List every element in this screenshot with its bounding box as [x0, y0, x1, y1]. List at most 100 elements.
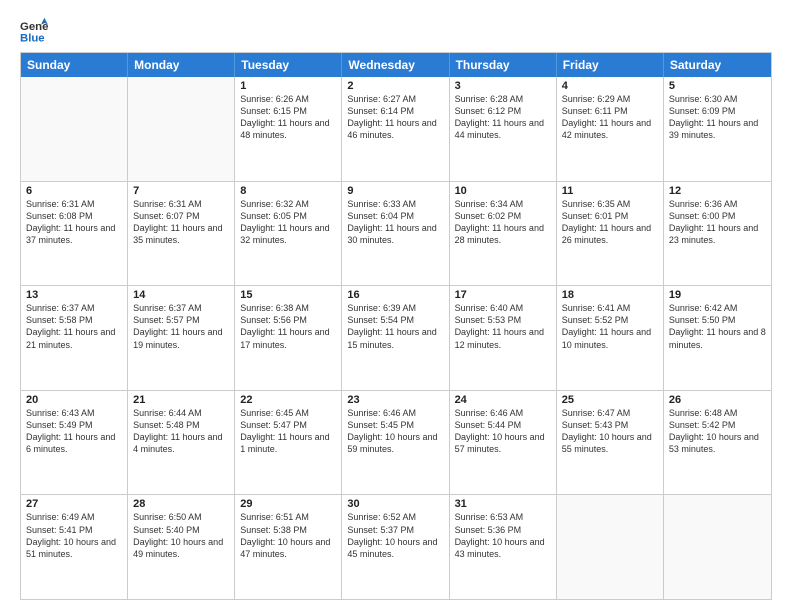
header-day-friday: Friday	[557, 53, 664, 77]
cell-text: Sunrise: 6:35 AM Sunset: 6:01 PM Dayligh…	[562, 198, 658, 247]
day-cell-11: 11Sunrise: 6:35 AM Sunset: 6:01 PM Dayli…	[557, 182, 664, 286]
logo: General Blue	[20, 16, 52, 44]
day-number: 6	[26, 185, 122, 197]
day-number: 22	[240, 394, 336, 406]
day-cell-20: 20Sunrise: 6:43 AM Sunset: 5:49 PM Dayli…	[21, 391, 128, 495]
calendar-row-2: 6Sunrise: 6:31 AM Sunset: 6:08 PM Daylig…	[21, 182, 771, 287]
day-cell-14: 14Sunrise: 6:37 AM Sunset: 5:57 PM Dayli…	[128, 286, 235, 390]
day-cell-5: 5Sunrise: 6:30 AM Sunset: 6:09 PM Daylig…	[664, 77, 771, 181]
day-cell-7: 7Sunrise: 6:31 AM Sunset: 6:07 PM Daylig…	[128, 182, 235, 286]
day-number: 26	[669, 394, 766, 406]
day-number: 25	[562, 394, 658, 406]
calendar-row-3: 13Sunrise: 6:37 AM Sunset: 5:58 PM Dayli…	[21, 286, 771, 391]
day-number: 3	[455, 80, 551, 92]
empty-cell	[557, 495, 664, 599]
day-number: 28	[133, 498, 229, 510]
day-cell-8: 8Sunrise: 6:32 AM Sunset: 6:05 PM Daylig…	[235, 182, 342, 286]
cell-text: Sunrise: 6:28 AM Sunset: 6:12 PM Dayligh…	[455, 93, 551, 142]
calendar-header: SundayMondayTuesdayWednesdayThursdayFrid…	[21, 53, 771, 77]
calendar-row-4: 20Sunrise: 6:43 AM Sunset: 5:49 PM Dayli…	[21, 391, 771, 496]
cell-text: Sunrise: 6:46 AM Sunset: 5:45 PM Dayligh…	[347, 407, 443, 456]
day-number: 2	[347, 80, 443, 92]
cell-text: Sunrise: 6:34 AM Sunset: 6:02 PM Dayligh…	[455, 198, 551, 247]
cell-text: Sunrise: 6:42 AM Sunset: 5:50 PM Dayligh…	[669, 302, 766, 351]
cell-text: Sunrise: 6:52 AM Sunset: 5:37 PM Dayligh…	[347, 511, 443, 560]
cell-text: Sunrise: 6:44 AM Sunset: 5:48 PM Dayligh…	[133, 407, 229, 456]
day-cell-16: 16Sunrise: 6:39 AM Sunset: 5:54 PM Dayli…	[342, 286, 449, 390]
day-number: 30	[347, 498, 443, 510]
day-cell-12: 12Sunrise: 6:36 AM Sunset: 6:00 PM Dayli…	[664, 182, 771, 286]
svg-text:Blue: Blue	[20, 32, 45, 44]
day-cell-17: 17Sunrise: 6:40 AM Sunset: 5:53 PM Dayli…	[450, 286, 557, 390]
day-number: 8	[240, 185, 336, 197]
cell-text: Sunrise: 6:48 AM Sunset: 5:42 PM Dayligh…	[669, 407, 766, 456]
day-cell-29: 29Sunrise: 6:51 AM Sunset: 5:38 PM Dayli…	[235, 495, 342, 599]
header-day-monday: Monday	[128, 53, 235, 77]
day-cell-22: 22Sunrise: 6:45 AM Sunset: 5:47 PM Dayli…	[235, 391, 342, 495]
day-cell-15: 15Sunrise: 6:38 AM Sunset: 5:56 PM Dayli…	[235, 286, 342, 390]
day-number: 31	[455, 498, 551, 510]
header-day-saturday: Saturday	[664, 53, 771, 77]
cell-text: Sunrise: 6:43 AM Sunset: 5:49 PM Dayligh…	[26, 407, 122, 456]
day-cell-9: 9Sunrise: 6:33 AM Sunset: 6:04 PM Daylig…	[342, 182, 449, 286]
day-cell-23: 23Sunrise: 6:46 AM Sunset: 5:45 PM Dayli…	[342, 391, 449, 495]
day-cell-31: 31Sunrise: 6:53 AM Sunset: 5:36 PM Dayli…	[450, 495, 557, 599]
cell-text: Sunrise: 6:30 AM Sunset: 6:09 PM Dayligh…	[669, 93, 766, 142]
day-cell-19: 19Sunrise: 6:42 AM Sunset: 5:50 PM Dayli…	[664, 286, 771, 390]
day-number: 5	[669, 80, 766, 92]
cell-text: Sunrise: 6:50 AM Sunset: 5:40 PM Dayligh…	[133, 511, 229, 560]
day-cell-4: 4Sunrise: 6:29 AM Sunset: 6:11 PM Daylig…	[557, 77, 664, 181]
day-number: 12	[669, 185, 766, 197]
day-number: 17	[455, 289, 551, 301]
calendar-row-5: 27Sunrise: 6:49 AM Sunset: 5:41 PM Dayli…	[21, 495, 771, 599]
cell-text: Sunrise: 6:46 AM Sunset: 5:44 PM Dayligh…	[455, 407, 551, 456]
header-day-wednesday: Wednesday	[342, 53, 449, 77]
day-number: 7	[133, 185, 229, 197]
cell-text: Sunrise: 6:31 AM Sunset: 6:08 PM Dayligh…	[26, 198, 122, 247]
day-cell-1: 1Sunrise: 6:26 AM Sunset: 6:15 PM Daylig…	[235, 77, 342, 181]
header-day-thursday: Thursday	[450, 53, 557, 77]
cell-text: Sunrise: 6:31 AM Sunset: 6:07 PM Dayligh…	[133, 198, 229, 247]
day-number: 9	[347, 185, 443, 197]
day-cell-10: 10Sunrise: 6:34 AM Sunset: 6:02 PM Dayli…	[450, 182, 557, 286]
day-cell-13: 13Sunrise: 6:37 AM Sunset: 5:58 PM Dayli…	[21, 286, 128, 390]
header-day-sunday: Sunday	[21, 53, 128, 77]
cell-text: Sunrise: 6:41 AM Sunset: 5:52 PM Dayligh…	[562, 302, 658, 351]
cell-text: Sunrise: 6:37 AM Sunset: 5:58 PM Dayligh…	[26, 302, 122, 351]
cell-text: Sunrise: 6:32 AM Sunset: 6:05 PM Dayligh…	[240, 198, 336, 247]
cell-text: Sunrise: 6:40 AM Sunset: 5:53 PM Dayligh…	[455, 302, 551, 351]
day-number: 24	[455, 394, 551, 406]
header-day-tuesday: Tuesday	[235, 53, 342, 77]
day-number: 14	[133, 289, 229, 301]
cell-text: Sunrise: 6:26 AM Sunset: 6:15 PM Dayligh…	[240, 93, 336, 142]
day-cell-18: 18Sunrise: 6:41 AM Sunset: 5:52 PM Dayli…	[557, 286, 664, 390]
day-cell-21: 21Sunrise: 6:44 AM Sunset: 5:48 PM Dayli…	[128, 391, 235, 495]
cell-text: Sunrise: 6:45 AM Sunset: 5:47 PM Dayligh…	[240, 407, 336, 456]
day-number: 20	[26, 394, 122, 406]
day-number: 16	[347, 289, 443, 301]
cell-text: Sunrise: 6:27 AM Sunset: 6:14 PM Dayligh…	[347, 93, 443, 142]
day-cell-2: 2Sunrise: 6:27 AM Sunset: 6:14 PM Daylig…	[342, 77, 449, 181]
empty-cell	[664, 495, 771, 599]
cell-text: Sunrise: 6:53 AM Sunset: 5:36 PM Dayligh…	[455, 511, 551, 560]
cell-text: Sunrise: 6:39 AM Sunset: 5:54 PM Dayligh…	[347, 302, 443, 351]
day-cell-25: 25Sunrise: 6:47 AM Sunset: 5:43 PM Dayli…	[557, 391, 664, 495]
day-number: 19	[669, 289, 766, 301]
day-number: 13	[26, 289, 122, 301]
cell-text: Sunrise: 6:29 AM Sunset: 6:11 PM Dayligh…	[562, 93, 658, 142]
empty-cell	[21, 77, 128, 181]
day-cell-27: 27Sunrise: 6:49 AM Sunset: 5:41 PM Dayli…	[21, 495, 128, 599]
cell-text: Sunrise: 6:33 AM Sunset: 6:04 PM Dayligh…	[347, 198, 443, 247]
cell-text: Sunrise: 6:47 AM Sunset: 5:43 PM Dayligh…	[562, 407, 658, 456]
day-cell-28: 28Sunrise: 6:50 AM Sunset: 5:40 PM Dayli…	[128, 495, 235, 599]
day-number: 29	[240, 498, 336, 510]
day-number: 15	[240, 289, 336, 301]
calendar-row-1: 1Sunrise: 6:26 AM Sunset: 6:15 PM Daylig…	[21, 77, 771, 182]
cell-text: Sunrise: 6:36 AM Sunset: 6:00 PM Dayligh…	[669, 198, 766, 247]
day-cell-26: 26Sunrise: 6:48 AM Sunset: 5:42 PM Dayli…	[664, 391, 771, 495]
day-number: 4	[562, 80, 658, 92]
day-number: 23	[347, 394, 443, 406]
logo-icon: General Blue	[20, 16, 48, 44]
day-cell-3: 3Sunrise: 6:28 AM Sunset: 6:12 PM Daylig…	[450, 77, 557, 181]
calendar: SundayMondayTuesdayWednesdayThursdayFrid…	[20, 52, 772, 600]
